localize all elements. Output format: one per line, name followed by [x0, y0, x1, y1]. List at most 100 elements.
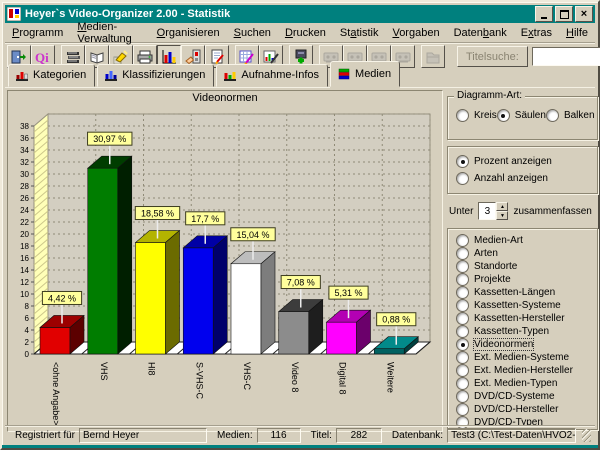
tab-label: Klassifizierungen — [122, 69, 205, 81]
radio-prozent-anzeigen[interactable]: Prozent anzeigen — [456, 155, 589, 168]
summarize-count-input[interactable] — [478, 202, 496, 220]
tab-label: Aufnahme-Infos — [241, 69, 319, 81]
radio-circle-icon — [456, 260, 469, 273]
tab-medien[interactable]: Medien — [330, 61, 400, 87]
statistics-icon — [161, 49, 177, 65]
menu-item-extras[interactable]: Extras — [514, 25, 559, 41]
maximize-button[interactable] — [555, 6, 573, 22]
media-chart-icon — [337, 68, 351, 80]
radio-ext-medien-systeme[interactable]: Ext. Medien-Systeme — [456, 351, 589, 364]
svg-text:24: 24 — [20, 206, 29, 215]
tab-kategorien[interactable]: Kategorien — [8, 64, 95, 87]
tab-klassifizierungen[interactable]: Klassifizierungen — [97, 64, 214, 87]
svg-text:26: 26 — [20, 194, 29, 203]
radio-kassetten-typen[interactable]: Kassetten-Typen — [456, 325, 589, 338]
radio-kassetten-systeme[interactable]: Kassetten-Systeme — [456, 299, 589, 312]
radio-circle-icon — [456, 286, 469, 299]
summarize-row: Unter ▲ ▼ zusammenfassen — [449, 198, 598, 224]
radio-label: Prozent anzeigen — [474, 156, 552, 167]
classifications-chart-icon — [104, 69, 118, 81]
radio-kreis[interactable]: Kreis — [456, 109, 497, 122]
radio-anzahl-anzeigen[interactable]: Anzahl anzeigen — [456, 172, 589, 185]
svg-text:8: 8 — [25, 302, 30, 311]
summarize-spinbox: ▲ ▼ — [478, 202, 508, 220]
add-media-icon — [293, 49, 309, 65]
summarize-suffix-label: zusammenfassen — [513, 206, 591, 217]
menu-item-drucken[interactable]: Drucken — [278, 25, 333, 41]
chart-pencil-icon — [263, 49, 279, 65]
resize-grip[interactable] — [582, 429, 591, 442]
radio-label: Kassetten-Hersteller — [474, 313, 565, 324]
diagram-type-group-label: Diagramm-Art: — [454, 90, 525, 101]
radio-medien-art[interactable]: Medien-Art — [456, 234, 589, 247]
svg-text:VHS-C: VHS-C — [242, 362, 252, 391]
window-controls: × — [535, 6, 593, 22]
svg-text:Video 8: Video 8 — [290, 362, 300, 392]
svg-text:S-VHS-C: S-VHS-C — [194, 362, 204, 400]
svg-text:36: 36 — [20, 134, 29, 143]
menu-item-vorgaben[interactable]: Vorgaben — [385, 25, 446, 41]
radio-kassetten-hersteller[interactable]: Kassetten-Hersteller — [456, 312, 589, 325]
radio-label: Standorte — [474, 261, 517, 272]
quickinfo-icon: Qi — [35, 49, 51, 65]
radio-dvd-cd-hersteller[interactable]: DVD/CD-Hersteller — [456, 403, 589, 416]
radio-ext-medien-hersteller[interactable]: Ext. Medien-Hersteller — [456, 364, 589, 377]
svg-text:4: 4 — [25, 326, 30, 335]
recordinfo-chart-icon — [223, 69, 237, 81]
svg-text:15,04 %: 15,04 % — [236, 230, 269, 240]
menu-item-suchen[interactable]: Suchen — [227, 25, 278, 41]
maximize-icon — [560, 10, 569, 19]
svg-text:34: 34 — [20, 146, 29, 155]
spin-up-button[interactable]: ▲ — [496, 202, 508, 211]
tab-label: Kategorien — [33, 69, 86, 81]
minimize-button[interactable] — [535, 6, 553, 22]
radio-circle-icon — [456, 247, 469, 260]
svg-text:38: 38 — [20, 122, 29, 131]
menu-item-statistik[interactable]: Statistik — [333, 25, 386, 41]
radio-label: Kassetten-Systeme — [474, 300, 561, 311]
grid-pencil-icon — [239, 49, 255, 65]
datenbank-value: Test3 (C:\Test-Daten\HVO2-Test3\) — [447, 428, 576, 443]
spin-down-button[interactable]: ▼ — [496, 211, 508, 220]
medien-label: Medien: — [217, 430, 253, 441]
radio-circle-icon — [456, 403, 469, 416]
menu-item-programm[interactable]: Programm — [5, 25, 70, 41]
radio-kassetten-langen[interactable]: Kassetten-Längen — [456, 286, 589, 299]
svg-text:18,58 %: 18,58 % — [141, 209, 174, 219]
switch-hand-icon — [185, 49, 201, 65]
radio-circle-icon — [497, 109, 510, 122]
radio-standorte[interactable]: Standorte — [456, 260, 589, 273]
options-panel: Diagramm-Art: KreisSäulenBalken Prozent … — [445, 90, 600, 430]
tab-aufnahme-infos[interactable]: Aufnahme-Infos — [216, 64, 328, 87]
radio-label: Anzahl anzeigen — [474, 173, 548, 184]
menu-item-organisieren[interactable]: Organisieren — [150, 25, 227, 41]
radio-label: Kreis — [474, 110, 497, 121]
radio-label: Medien-Art — [474, 235, 523, 246]
radio-balken[interactable]: Balken — [546, 109, 595, 122]
menu-item-datenbank[interactable]: Datenbank — [447, 25, 514, 41]
radio-circle-icon — [456, 325, 469, 338]
main-area: Videonormen 0246810121416182022242628303… — [5, 87, 595, 433]
close-button[interactable]: × — [575, 6, 593, 22]
search-flashlight-icon — [113, 49, 129, 65]
catalog-icon — [89, 49, 105, 65]
tabbar: Kategorien Klassifizierungen Aufnahme-Info… — [8, 66, 595, 87]
radio-label: Kassetten-Längen — [474, 287, 555, 298]
medien-count: 116 — [257, 428, 301, 443]
app-window: Heyer`s Video-Organizer 2.00 - Statistik… — [0, 0, 600, 450]
archive-icon — [425, 49, 441, 65]
radio-ext-medien-typen[interactable]: Ext. Medien-Typen — [456, 377, 589, 390]
svg-text:10: 10 — [20, 290, 29, 299]
radio-label: Ext. Medien-Systeme — [474, 352, 569, 363]
svg-text:6: 6 — [25, 314, 30, 323]
title-search-input[interactable] — [532, 47, 600, 66]
menu-item-hilfe[interactable]: Hilfe — [559, 25, 595, 41]
svg-text:Weitere: Weitere — [385, 362, 395, 393]
tab-label: Medien — [355, 68, 391, 80]
radio-arten[interactable]: Arten — [456, 247, 589, 260]
radio-dvd-cd-systeme[interactable]: DVD/CD-Systeme — [456, 390, 589, 403]
radio-videonormen[interactable]: Videonormen — [456, 338, 589, 351]
radio-projekte[interactable]: Projekte — [456, 273, 589, 286]
radio-circle-icon — [456, 390, 469, 403]
radio-saulen[interactable]: Säulen — [497, 109, 546, 122]
